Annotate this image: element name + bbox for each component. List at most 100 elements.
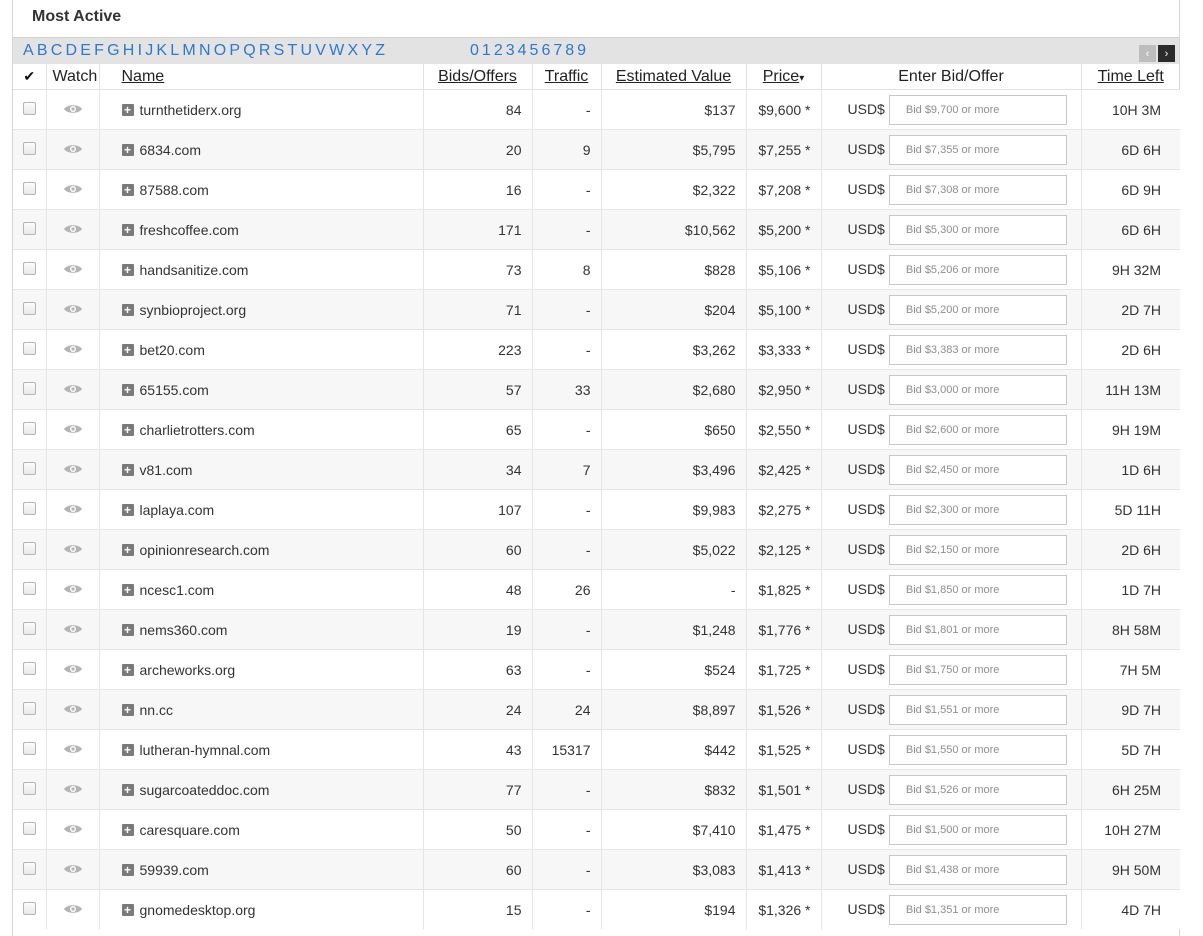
row-checkbox[interactable] bbox=[23, 581, 36, 595]
bid-input[interactable]: Bid $1,801 or more bbox=[888, 614, 1067, 645]
eye-icon[interactable] bbox=[63, 302, 83, 318]
bid-input[interactable]: Bid $5,300 or more bbox=[888, 214, 1067, 245]
bid-input[interactable]: Bid $2,600 or more bbox=[888, 414, 1067, 445]
bid-input[interactable]: Bid $1,438 or more bbox=[888, 854, 1067, 885]
bids-count[interactable]: 65 bbox=[422, 409, 532, 450]
letter-link[interactable]: O bbox=[214, 42, 227, 59]
row-checkbox[interactable] bbox=[23, 701, 36, 715]
bid-input[interactable]: Bid $1,526 or more bbox=[888, 774, 1067, 805]
row-checkbox[interactable] bbox=[23, 541, 36, 555]
letter-link[interactable]: S bbox=[274, 42, 285, 59]
row-checkbox[interactable] bbox=[23, 461, 36, 475]
domain-name[interactable]: v81.com bbox=[140, 462, 193, 478]
bids-count[interactable]: 73 bbox=[422, 249, 532, 290]
eye-icon[interactable] bbox=[63, 462, 83, 478]
row-checkbox[interactable] bbox=[23, 141, 36, 155]
letter-link[interactable]: I bbox=[138, 42, 143, 59]
eye-icon[interactable] bbox=[63, 222, 83, 238]
expand-icon[interactable]: + bbox=[121, 143, 134, 156]
bids-count[interactable]: 223 bbox=[422, 329, 532, 370]
bid-input[interactable]: Bid $2,150 or more bbox=[888, 534, 1067, 565]
row-checkbox[interactable] bbox=[23, 901, 36, 915]
eye-icon[interactable] bbox=[63, 502, 83, 518]
letter-link[interactable]: Q bbox=[243, 42, 256, 59]
row-checkbox[interactable] bbox=[23, 301, 36, 315]
expand-icon[interactable]: + bbox=[121, 743, 134, 756]
row-checkbox[interactable] bbox=[23, 861, 36, 875]
domain-name[interactable]: opinionresearch.com bbox=[140, 542, 270, 558]
domain-name[interactable]: synbioproject.org bbox=[140, 302, 247, 318]
letter-link[interactable]: Z bbox=[375, 42, 385, 59]
row-checkbox[interactable] bbox=[23, 221, 36, 235]
row-checkbox[interactable] bbox=[23, 381, 36, 395]
expand-icon[interactable]: + bbox=[121, 543, 134, 556]
digit-link[interactable]: 4 bbox=[518, 42, 527, 59]
digit-link[interactable]: 6 bbox=[541, 42, 550, 59]
row-checkbox[interactable] bbox=[23, 821, 36, 835]
row-checkbox[interactable] bbox=[23, 741, 36, 755]
domain-name[interactable]: freshcoffee.com bbox=[140, 222, 239, 238]
eye-icon[interactable] bbox=[63, 422, 83, 438]
header-traffic[interactable]: Traffic bbox=[531, 64, 601, 90]
bids-count[interactable]: 57 bbox=[422, 369, 532, 410]
header-price[interactable]: Price▾ bbox=[745, 64, 821, 90]
bids-count[interactable]: 15 bbox=[422, 889, 532, 929]
bids-count[interactable]: 71 bbox=[422, 289, 532, 330]
bids-count[interactable]: 77 bbox=[422, 769, 532, 810]
bids-count[interactable]: 19 bbox=[422, 609, 532, 650]
domain-name[interactable]: 87588.com bbox=[140, 182, 209, 198]
domain-name[interactable]: archeworks.org bbox=[140, 662, 236, 678]
bid-input[interactable]: Bid $2,300 or more bbox=[888, 494, 1067, 525]
bids-count[interactable]: 20 bbox=[422, 129, 532, 170]
chevron-right-icon[interactable]: › bbox=[1158, 45, 1175, 62]
row-checkbox[interactable] bbox=[23, 261, 36, 275]
bid-input[interactable]: Bid $9,700 or more bbox=[888, 94, 1067, 125]
select-all-checkmark[interactable]: ✔ bbox=[13, 64, 46, 90]
letter-link[interactable]: D bbox=[66, 42, 78, 59]
expand-icon[interactable]: + bbox=[121, 863, 134, 876]
header-bids[interactable]: Bids/Offers bbox=[422, 64, 532, 90]
eye-icon[interactable] bbox=[63, 102, 83, 118]
domain-name[interactable]: turnthetiderx.org bbox=[140, 102, 242, 118]
domain-name[interactable]: 65155.com bbox=[140, 382, 209, 398]
bid-input[interactable]: Bid $1,351 or more bbox=[888, 894, 1067, 925]
expand-icon[interactable]: + bbox=[121, 303, 134, 316]
expand-icon[interactable]: + bbox=[121, 463, 134, 476]
eye-icon[interactable] bbox=[63, 262, 83, 278]
checkmark-icon[interactable]: ✔ bbox=[23, 68, 35, 84]
eye-icon[interactable] bbox=[63, 622, 83, 638]
letter-link[interactable]: C bbox=[51, 42, 63, 59]
bid-input[interactable]: Bid $3,383 or more bbox=[888, 334, 1067, 365]
eye-icon[interactable] bbox=[63, 782, 83, 798]
row-checkbox[interactable] bbox=[23, 781, 36, 795]
expand-icon[interactable]: + bbox=[121, 263, 134, 276]
expand-icon[interactable]: + bbox=[121, 103, 134, 116]
domain-name[interactable]: caresquare.com bbox=[140, 822, 240, 838]
bids-count[interactable]: 48 bbox=[422, 569, 532, 610]
letter-link[interactable]: U bbox=[301, 42, 313, 59]
bids-count[interactable]: 60 bbox=[422, 529, 532, 570]
header-name[interactable]: Name bbox=[98, 64, 423, 90]
row-checkbox[interactable] bbox=[23, 341, 36, 355]
eye-icon[interactable] bbox=[63, 342, 83, 358]
expand-icon[interactable]: + bbox=[121, 823, 134, 836]
domain-name[interactable]: 6834.com bbox=[140, 142, 201, 158]
domain-name[interactable]: nn.cc bbox=[140, 702, 173, 718]
letter-link[interactable]: T bbox=[288, 42, 298, 59]
bid-input[interactable]: Bid $1,750 or more bbox=[888, 654, 1067, 685]
domain-name[interactable]: ncesc1.com bbox=[140, 582, 215, 598]
digit-link[interactable]: 8 bbox=[565, 42, 574, 59]
bid-input[interactable]: Bid $5,200 or more bbox=[888, 294, 1067, 325]
expand-icon[interactable]: + bbox=[121, 663, 134, 676]
letter-link[interactable]: K bbox=[156, 42, 167, 59]
digit-link[interactable]: 9 bbox=[577, 42, 586, 59]
digit-link[interactable]: 5 bbox=[530, 42, 539, 59]
expand-icon[interactable]: + bbox=[121, 903, 134, 916]
bids-count[interactable]: 34 bbox=[422, 449, 532, 490]
bids-count[interactable]: 24 bbox=[422, 689, 532, 730]
letter-link[interactable]: B bbox=[37, 42, 48, 59]
eye-icon[interactable] bbox=[63, 822, 83, 838]
digit-link[interactable]: 2 bbox=[494, 42, 503, 59]
row-checkbox[interactable] bbox=[23, 501, 36, 515]
letter-link[interactable]: R bbox=[259, 42, 271, 59]
